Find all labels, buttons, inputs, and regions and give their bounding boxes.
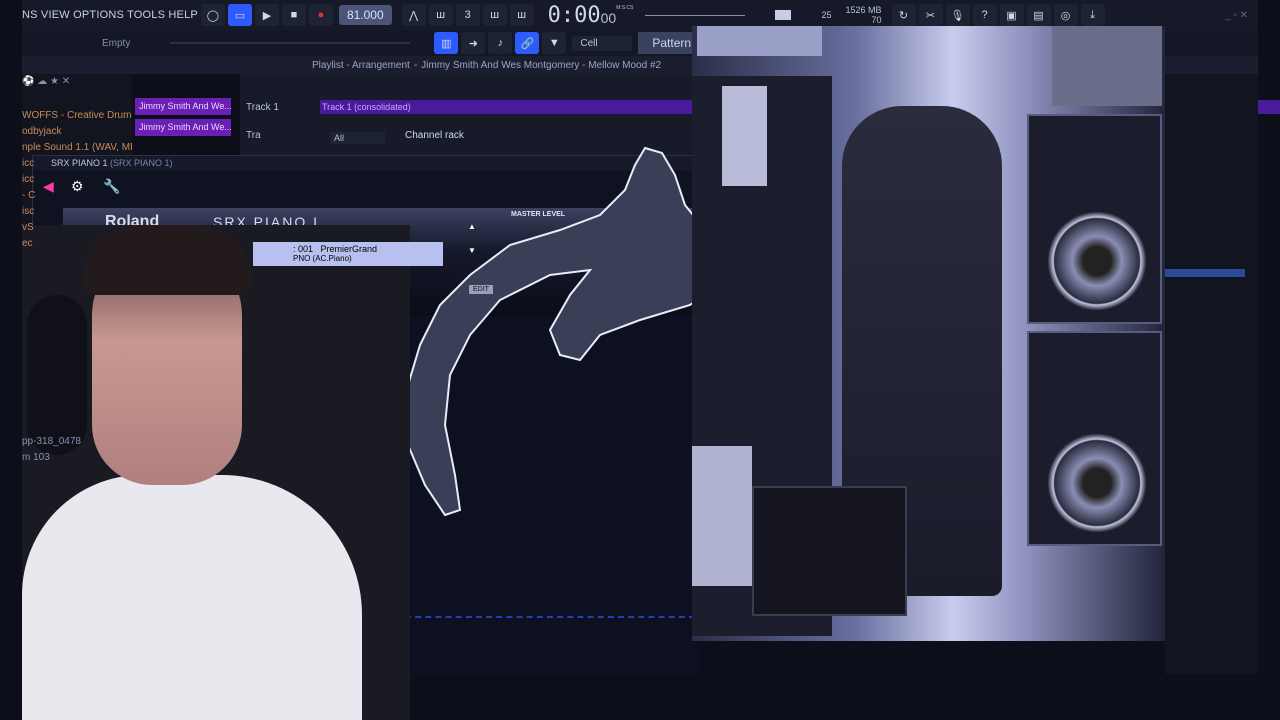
webcam-overlay: [22, 225, 410, 720]
step-edit-icon[interactable]: ш: [482, 4, 507, 26]
song-name: Jimmy Smith And Wes Montgomery - Mellow …: [421, 59, 662, 71]
browser-item[interactable]: nple Sound 1.1 (WAV, MIDI): [22, 140, 132, 156]
patch-name: PremierGrand: [320, 244, 378, 254]
channel-clip[interactable]: Jimmy Smith And We...: [135, 119, 231, 136]
playlist-title: Playlist - Arrangement: [312, 59, 410, 71]
record-crate: [752, 486, 907, 616]
polyphony-value: 70: [871, 15, 882, 25]
save-icon[interactable]: ▣: [999, 4, 1024, 26]
window-controls[interactable]: _ ▫ ✕: [1225, 10, 1248, 21]
undo-history-icon[interactable]: ↻: [891, 4, 916, 26]
time-centiseconds: 00: [600, 10, 617, 26]
clip-bar: [1165, 269, 1245, 277]
tempo-display[interactable]: 81.000: [338, 5, 392, 25]
song-mode-toggle[interactable]: ▭: [227, 4, 252, 26]
browser-item[interactable]: isc: [22, 204, 132, 220]
link-icon[interactable]: 🔗: [515, 32, 540, 54]
help-icon[interactable]: ?: [972, 4, 997, 26]
browser-tabs[interactable]: ⚽ ☁ ★ ✕: [22, 74, 132, 98]
speaker-top: [1027, 114, 1162, 324]
download-icon[interactable]: ⤓: [1080, 4, 1105, 26]
time-unit: M:S:CS: [616, 5, 634, 11]
countdown-icon[interactable]: 3: [455, 4, 480, 26]
memory-value: 1526 MB: [845, 5, 882, 15]
paint-icon[interactable]: ♪: [488, 32, 513, 54]
browser-item[interactable]: m 103: [22, 450, 132, 466]
wait-input-icon[interactable]: ш: [428, 4, 453, 26]
right-daw-area: [1165, 74, 1258, 674]
patch-category: PNO (AC.Piano): [293, 254, 352, 263]
track-label[interactable]: Track 1: [246, 102, 279, 113]
microphone-icon[interactable]: 🎙: [945, 4, 970, 26]
time-display: 0:00: [547, 2, 601, 28]
channel-rack-title[interactable]: Channel rack: [405, 130, 464, 141]
note-pattern: [405, 616, 695, 630]
browser-item[interactable]: vS: [22, 220, 132, 236]
cpu-meter: [775, 10, 792, 20]
record-button[interactable]: ●: [308, 4, 333, 26]
stamp-icon[interactable]: ▼: [542, 32, 567, 54]
chat-icon[interactable]: ◎: [1053, 4, 1078, 26]
track-label[interactable]: Tra: [246, 130, 261, 141]
records: [722, 86, 767, 186]
browser-item[interactable]: icc: [22, 156, 132, 172]
album-photo: [692, 26, 1165, 641]
arrow-icon[interactable]: ➜: [461, 32, 486, 54]
patch-number: : 001: [293, 244, 314, 254]
filter-select[interactable]: All: [330, 132, 385, 144]
browser-item[interactable]: pp-318_0478: [22, 434, 132, 450]
cpu-value: 25: [821, 10, 832, 20]
edit-button[interactable]: EDIT: [469, 285, 493, 294]
browser-item[interactable]: icc: [22, 172, 132, 188]
hint-bar: [645, 14, 746, 16]
map-silhouette: [403, 146, 732, 517]
master-volume-knob[interactable]: ◯: [200, 4, 225, 26]
channel-clip[interactable]: Jimmy Smith And We...: [135, 98, 231, 115]
pitch-slider[interactable]: [170, 42, 411, 44]
cut-icon[interactable]: ✂: [918, 4, 943, 26]
headphones: [27, 295, 87, 455]
main-menu[interactable]: NS VIEW OPTIONS TOOLS HELP: [22, 9, 198, 21]
drum-machine: [697, 26, 822, 56]
browser-item[interactable]: - C: [22, 188, 132, 204]
play-button[interactable]: ▶: [254, 4, 279, 26]
metronome-icon[interactable]: ⋀: [401, 4, 426, 26]
channel-list: Jimmy Smith And We... Jimmy Smith And We…: [135, 98, 231, 140]
speaker-bottom: [1027, 331, 1162, 546]
browser-item[interactable]: ec: [22, 236, 132, 252]
browser-item[interactable]: WOFFS - Creative Drum Kit: [22, 108, 132, 124]
boxes: [692, 446, 752, 586]
piano-roll-icon[interactable]: ▥: [434, 32, 459, 54]
amplifier: [1052, 26, 1162, 106]
stop-button[interactable]: ■: [281, 4, 306, 26]
snap-select[interactable]: Cell: [572, 35, 633, 51]
render-icon[interactable]: ▤: [1026, 4, 1051, 26]
shirt: [22, 475, 362, 720]
browser-item[interactable]: odbyjack: [22, 124, 132, 140]
loop-record-icon[interactable]: ш: [509, 4, 534, 26]
patch-display: : 001 PremierGrand PNO (AC.Piano): [253, 242, 443, 266]
hint-label: Empty: [102, 37, 131, 49]
